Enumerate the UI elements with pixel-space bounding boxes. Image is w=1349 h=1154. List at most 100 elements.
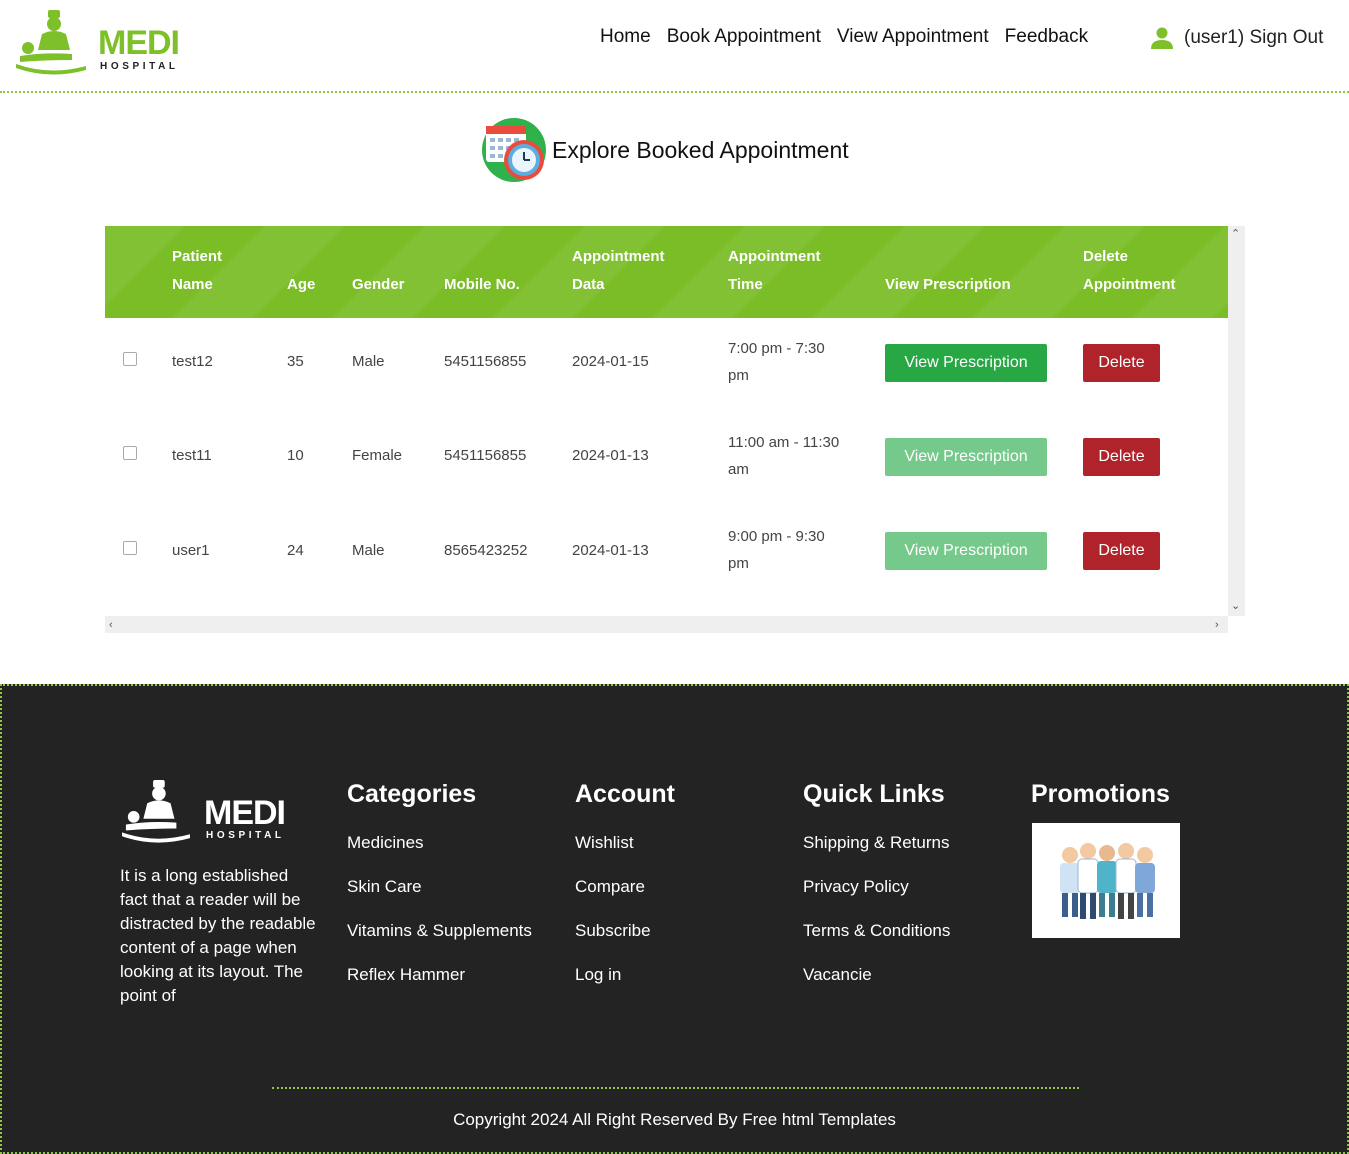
scroll-left-icon[interactable]: ‹ bbox=[109, 619, 113, 631]
col-time-l1: Appointment bbox=[728, 248, 821, 265]
view-prescription-button[interactable]: View Prescription bbox=[885, 344, 1047, 382]
footer-account: Account Wishlist Compare Subscribe Log i… bbox=[575, 780, 675, 1009]
footer-brand-name: MEDI bbox=[204, 794, 286, 832]
nurse-patient-logo-icon bbox=[16, 10, 86, 75]
scroll-up-icon[interactable]: ⌃ bbox=[1231, 228, 1240, 240]
col-age: Age bbox=[287, 276, 316, 293]
col-delete-l1: Delete bbox=[1083, 248, 1129, 265]
cell-mobile: 5451156855 bbox=[444, 447, 527, 464]
footer-link[interactable]: Medicines bbox=[347, 833, 532, 877]
col-view-prescription: View Prescription bbox=[885, 276, 1011, 293]
footer-link[interactable]: Terms & Conditions bbox=[803, 921, 950, 965]
cell-time-l1: 11:00 am - 11:30 bbox=[728, 434, 840, 451]
footer-link[interactable]: Wishlist bbox=[575, 833, 675, 877]
calendar-clock-icon bbox=[482, 118, 546, 182]
view-prescription-button[interactable]: View Prescription bbox=[885, 438, 1047, 476]
cell-date: 2024-01-15 bbox=[572, 353, 649, 370]
footer-promotions-title: Promotions bbox=[1031, 780, 1170, 808]
nurse-patient-logo-icon bbox=[122, 779, 190, 843]
table-row: user1 24 Male 8565423252 2024-01-13 9:00… bbox=[105, 506, 1228, 600]
nav-home[interactable]: Home bbox=[600, 26, 651, 48]
footer-quick-title: Quick Links bbox=[803, 780, 945, 808]
col-appointment-time: Appointment Time bbox=[728, 243, 820, 299]
col-time-l2: Time bbox=[728, 276, 763, 293]
footer-brand-sub: HOSPITAL bbox=[206, 830, 285, 841]
cell-age: 35 bbox=[287, 353, 304, 370]
cell-name: user1 bbox=[172, 542, 210, 559]
footer-link[interactable]: Reflex Hammer bbox=[347, 965, 532, 1009]
row-checkbox[interactable] bbox=[123, 352, 137, 366]
scroll-down-icon[interactable]: ⌄ bbox=[1231, 600, 1240, 612]
footer-categories-title: Categories bbox=[347, 780, 477, 808]
scroll-right-icon[interactable]: › bbox=[1215, 619, 1219, 631]
col-delete-l2: Appointment bbox=[1083, 276, 1176, 293]
footer-account-title: Account bbox=[575, 780, 675, 808]
cell-mobile: 8565423252 bbox=[444, 542, 528, 559]
cell-mobile: 5451156855 bbox=[444, 353, 527, 370]
col-patient-name-l1: Patient bbox=[172, 248, 223, 265]
footer-quick-links: Quick Links Shipping & Returns Privacy P… bbox=[803, 780, 950, 1009]
table-row: test11 10 Female 5451156855 2024-01-13 1… bbox=[105, 412, 1228, 506]
cell-gender: Male bbox=[352, 542, 385, 559]
user-signout[interactable]: (user1) Sign Out bbox=[1150, 26, 1323, 50]
footer-link[interactable]: Log in bbox=[575, 965, 675, 1009]
cell-date: 2024-01-13 bbox=[572, 542, 649, 559]
row-checkbox[interactable] bbox=[123, 446, 137, 460]
page-heading: Explore Booked Appointment bbox=[480, 116, 849, 184]
row-checkbox[interactable] bbox=[123, 541, 137, 555]
brand-name: MEDI bbox=[98, 24, 180, 62]
nav-feedback[interactable]: Feedback bbox=[1005, 26, 1088, 48]
cell-time-l2: pm bbox=[728, 367, 749, 384]
view-prescription-button[interactable]: View Prescription bbox=[885, 532, 1047, 570]
delete-button[interactable]: Delete bbox=[1083, 532, 1160, 570]
footer-link[interactable]: Subscribe bbox=[575, 921, 675, 965]
vertical-scrollbar[interactable]: ⌃ ⌄ bbox=[1228, 226, 1245, 616]
cell-name: test12 bbox=[172, 353, 213, 370]
copyright-text: Copyright 2024 All Right Reserved By Fre… bbox=[453, 1110, 896, 1129]
footer-link[interactable]: Compare bbox=[575, 877, 675, 921]
page-title: Explore Booked Appointment bbox=[552, 136, 849, 163]
cell-time-l1: 9:00 pm - 9:30 bbox=[728, 528, 825, 545]
cell-gender: Female bbox=[352, 447, 403, 464]
user-icon bbox=[1151, 27, 1173, 49]
signout-link[interactable]: (user1) Sign Out bbox=[1184, 27, 1323, 49]
site-footer: MEDI HOSPITAL It is a long established f… bbox=[0, 684, 1349, 1154]
col-mobile: Mobile No. bbox=[444, 276, 520, 293]
cell-time-l1: 7:00 pm - 7:30 bbox=[728, 340, 825, 357]
footer-link[interactable]: Skin Care bbox=[347, 877, 532, 921]
promotion-image[interactable] bbox=[1032, 823, 1180, 938]
cell-time-l2: am bbox=[728, 461, 749, 478]
nav-view-appointment[interactable]: View Appointment bbox=[837, 26, 989, 48]
col-gender: Gender bbox=[352, 276, 405, 293]
cell-age: 10 bbox=[287, 447, 304, 464]
nav-book-appointment[interactable]: Book Appointment bbox=[667, 26, 821, 48]
footer-divider bbox=[272, 1087, 1079, 1089]
col-patient-name-l2: Name bbox=[172, 276, 213, 293]
footer-about-text: It is a long established fact that a rea… bbox=[120, 866, 316, 1005]
footer-link[interactable]: Vitamins & Supplements bbox=[347, 921, 532, 965]
col-date-l1: Appointment bbox=[572, 248, 665, 265]
cell-time-l2: pm bbox=[728, 555, 749, 572]
site-logo[interactable]: MEDI HOSPITAL bbox=[14, 6, 189, 76]
footer-link[interactable]: Shipping & Returns bbox=[803, 833, 950, 877]
col-patient-name: Patient Name bbox=[172, 243, 222, 299]
col-delete-appointment: Delete Appointment bbox=[1083, 243, 1175, 299]
horizontal-scrollbar[interactable]: ‹ › bbox=[105, 616, 1228, 633]
delete-button[interactable]: Delete bbox=[1083, 438, 1160, 476]
cell-name: test11 bbox=[172, 447, 212, 464]
cell-age: 24 bbox=[287, 542, 304, 559]
site-header: MEDI HOSPITAL Home Book Appointment View… bbox=[0, 0, 1349, 93]
delete-button[interactable]: Delete bbox=[1083, 344, 1160, 382]
footer-categories: Categories Medicines Skin Care Vitamins … bbox=[347, 780, 532, 1009]
footer-link[interactable]: Privacy Policy bbox=[803, 877, 950, 921]
doctors-group-icon bbox=[1060, 843, 1155, 919]
cell-time: 7:00 pm - 7:30 pm bbox=[728, 335, 825, 389]
cell-time: 11:00 am - 11:30 am bbox=[728, 429, 839, 483]
table-header: Patient Name Age Gender Mobile No. Appoi… bbox=[105, 226, 1228, 318]
appointments-table: Patient Name Age Gender Mobile No. Appoi… bbox=[105, 226, 1245, 633]
main-nav: Home Book Appointment View Appointment F… bbox=[600, 26, 1088, 48]
col-appointment-date: Appointment Data bbox=[572, 243, 664, 299]
table-row: test12 35 Male 5451156855 2024-01-15 7:0… bbox=[105, 318, 1228, 412]
cell-date: 2024-01-13 bbox=[572, 447, 649, 464]
footer-link[interactable]: Vacancie bbox=[803, 965, 950, 1009]
